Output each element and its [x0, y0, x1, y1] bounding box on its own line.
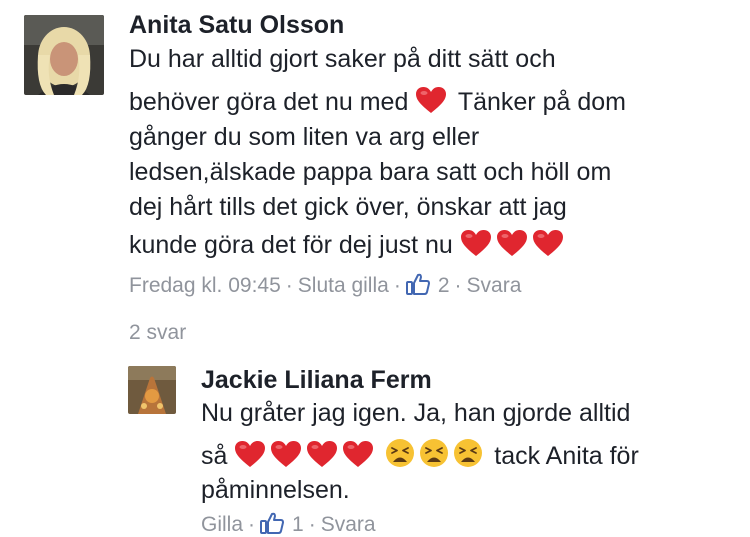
comment-line: behöver göra det nu med Tänker på dom	[129, 85, 626, 120]
comment-author[interactable]: Anita Satu Olsson	[129, 11, 344, 40]
heart-emoji	[532, 230, 563, 256]
comment-line: Du har alltid gjort saker på ditt sätt o…	[129, 45, 556, 73]
like-count[interactable]: 2	[438, 274, 450, 297]
comment-timestamp[interactable]: Fredag kl. 09:45	[129, 274, 281, 297]
reply-line: påminnelsen.	[201, 476, 350, 504]
like-count[interactable]: 1	[292, 513, 304, 536]
heart-emoji	[496, 230, 527, 256]
unlike-link[interactable]: Sluta gilla	[298, 274, 389, 297]
comment-meta: Fredag kl. 09:45 · Sluta gilla · 2 · Svara	[129, 273, 522, 297]
weary-face-emoji	[420, 439, 449, 467]
like-link[interactable]: Gilla	[201, 513, 243, 536]
heart-emoji	[416, 87, 447, 113]
reply-meta: Gilla · 1 · Svara	[201, 512, 376, 536]
avatar[interactable]	[24, 15, 104, 95]
heart-emoji	[271, 441, 302, 467]
reply-line: så tack Anita för	[201, 438, 639, 473]
reply-line-text: tack Anita för	[494, 442, 639, 470]
reply-line-text: så	[201, 442, 228, 470]
reply-text: Nu gråter jag igen. Ja, han gjorde allti…	[201, 396, 639, 508]
heart-emoji	[307, 441, 338, 467]
heart-emoji	[235, 441, 266, 467]
replies-count-link[interactable]: 2 svar	[129, 321, 186, 345]
thumbs-up-icon[interactable]	[260, 512, 285, 534]
reply-link[interactable]: Svara	[467, 274, 522, 297]
comment-line-text: Tänker på dom	[457, 88, 626, 116]
comment-text: Du har alltid gjort saker på ditt sätt o…	[129, 42, 626, 263]
comment-line-text: kunde göra det för dej just nu	[129, 231, 453, 259]
thumbs-up-icon[interactable]	[405, 273, 430, 295]
weary-face-emoji	[386, 439, 415, 467]
comment-line-text: behöver göra det nu med	[129, 88, 409, 116]
comment-line: gånger du som liten va arg eller	[129, 123, 480, 151]
heart-emoji	[343, 441, 374, 467]
comment-line: dej hårt tills det gick över, önskar att…	[129, 193, 567, 221]
comment-line: ledsen,älskade pappa bara satt och höll …	[129, 158, 612, 186]
reply-author[interactable]: Jackie Liliana Ferm	[201, 366, 432, 395]
reply-avatar[interactable]	[128, 366, 176, 414]
comment-line: kunde göra det för dej just nu	[129, 228, 626, 263]
reply-line: Nu gråter jag igen. Ja, han gjorde allti…	[201, 399, 631, 427]
reply-link[interactable]: Svara	[321, 513, 376, 536]
heart-emoji	[460, 230, 491, 256]
weary-face-emoji	[454, 439, 483, 467]
